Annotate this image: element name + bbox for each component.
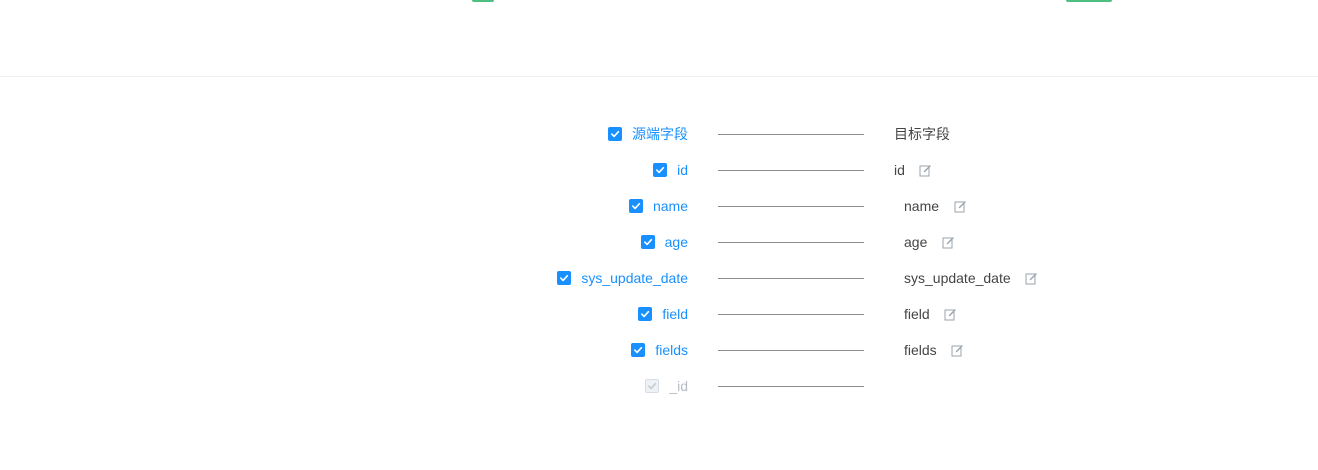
source-field: _id bbox=[645, 376, 688, 396]
field-connector-line bbox=[718, 350, 864, 351]
field-checkbox[interactable] bbox=[631, 343, 646, 357]
target-field-label: sys_update_date bbox=[904, 270, 1011, 286]
check-icon bbox=[560, 274, 569, 282]
check-icon bbox=[634, 346, 643, 354]
edit-icon[interactable] bbox=[953, 199, 967, 213]
source-field-label: fields bbox=[655, 342, 688, 358]
target-field: age bbox=[904, 232, 955, 252]
field-connector-line bbox=[718, 314, 864, 315]
check-icon bbox=[656, 166, 665, 174]
edit-icon[interactable] bbox=[944, 307, 958, 321]
mapping-row: age age bbox=[0, 232, 1318, 252]
target-field-label: fields bbox=[904, 342, 937, 358]
edit-icon[interactable] bbox=[941, 235, 955, 249]
top-right-status-fragment bbox=[1066, 0, 1112, 2]
target-field: field bbox=[904, 304, 958, 324]
edit-icon[interactable] bbox=[919, 163, 933, 177]
source-field-label: id bbox=[677, 162, 688, 178]
mapping-row: fields fields bbox=[0, 340, 1318, 360]
field-checkbox[interactable] bbox=[638, 307, 653, 321]
target-field-label: name bbox=[904, 198, 940, 214]
check-icon bbox=[648, 382, 657, 390]
target-field: name bbox=[904, 196, 967, 216]
source-field-label: _id bbox=[669, 378, 688, 394]
target-field-label: id bbox=[894, 162, 905, 178]
target-field: id bbox=[894, 160, 933, 180]
mapping-row: field field bbox=[0, 304, 1318, 324]
mapping-row: sys_update_date sys_update_date bbox=[0, 268, 1318, 288]
field-connector-line bbox=[718, 134, 864, 135]
check-icon bbox=[641, 310, 650, 318]
source-field-label: age bbox=[664, 234, 688, 250]
source-field-label: name bbox=[652, 198, 688, 214]
field-connector-line bbox=[718, 170, 864, 171]
source-field[interactable]: name bbox=[628, 196, 688, 216]
source-field[interactable]: field bbox=[638, 304, 688, 324]
mapping-row: name name bbox=[0, 196, 1318, 216]
target-field-label: field bbox=[904, 306, 930, 322]
field-checkbox[interactable] bbox=[640, 235, 655, 249]
source-field[interactable]: fields bbox=[631, 340, 688, 360]
source-field[interactable]: sys_update_date bbox=[557, 268, 688, 288]
check-icon bbox=[631, 202, 641, 210]
field-checkbox[interactable] bbox=[628, 199, 643, 213]
source-field[interactable]: age bbox=[640, 232, 688, 252]
field-checkbox bbox=[645, 379, 660, 393]
target-field-label: age bbox=[904, 234, 928, 250]
check-icon bbox=[611, 130, 620, 138]
check-icon bbox=[643, 238, 652, 246]
select-all-checkbox[interactable] bbox=[608, 127, 622, 141]
source-field[interactable]: id bbox=[653, 160, 688, 180]
field-checkbox[interactable] bbox=[557, 271, 572, 285]
select-all-source-fields[interactable]: 源端字段 bbox=[608, 124, 688, 144]
source-field-label: field bbox=[662, 306, 688, 322]
source-header-label: 源端字段 bbox=[632, 126, 688, 142]
target-header-label: 目标字段 bbox=[894, 126, 950, 142]
edit-icon[interactable] bbox=[1025, 271, 1039, 285]
target-field: fields bbox=[904, 340, 965, 360]
field-connector-line bbox=[718, 206, 864, 207]
top-left-status-fragment bbox=[472, 0, 494, 2]
top-panel bbox=[0, 0, 1318, 77]
field-connector-line bbox=[718, 386, 864, 387]
target-field: sys_update_date bbox=[904, 268, 1039, 288]
field-connector-line bbox=[718, 242, 864, 243]
edit-icon[interactable] bbox=[951, 343, 965, 357]
mapping-header-row: 源端字段 目标字段 bbox=[0, 124, 1318, 144]
field-connector-line bbox=[718, 278, 864, 279]
mapping-row: id id bbox=[0, 160, 1318, 180]
source-field-label: sys_update_date bbox=[581, 270, 688, 286]
mapping-row: _id bbox=[0, 376, 1318, 396]
field-checkbox[interactable] bbox=[653, 163, 668, 177]
target-header: 目标字段 bbox=[894, 124, 950, 144]
